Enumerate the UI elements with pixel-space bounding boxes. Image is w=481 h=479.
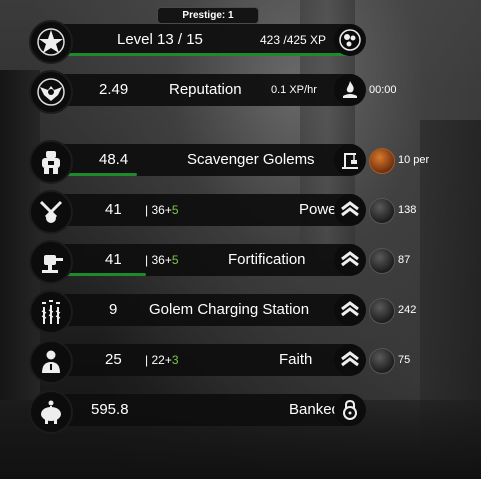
charging-label: Golem Charging Station xyxy=(149,301,310,318)
faith-cost: 75 xyxy=(398,354,411,366)
power-value: 41 xyxy=(105,201,122,218)
scrap-cost-icon xyxy=(369,348,395,374)
faith-base: 22 xyxy=(151,353,165,367)
faith-value: 25 xyxy=(105,351,122,368)
reputation-value: 2.49 xyxy=(99,81,129,98)
charging-value: 9 xyxy=(109,301,118,318)
prestige-badge: Prestige: 1 xyxy=(157,7,259,24)
turret-icon xyxy=(29,240,73,284)
power-upgrade-button[interactable] xyxy=(334,194,366,226)
charging-cost: 242 xyxy=(398,304,417,316)
fortification-upgrade-button[interactable] xyxy=(334,244,366,276)
banked-value: 595.8 xyxy=(91,401,129,418)
piggy-bank-icon xyxy=(29,390,73,434)
scrap-cost-icon xyxy=(369,248,395,274)
crane-icon xyxy=(342,153,358,169)
golem-icon xyxy=(29,140,73,184)
fortification-bonus: 5 xyxy=(171,253,179,267)
power-plus: + xyxy=(164,203,172,217)
level-xp: 423 /425 XP xyxy=(260,33,327,47)
scrap-cost-icon xyxy=(369,298,395,324)
upgrade-chevrons-icon xyxy=(341,201,359,217)
faith-plus: + xyxy=(164,353,172,367)
scrap-cost-icon xyxy=(369,198,395,224)
faith-bonus: 3 xyxy=(171,353,179,367)
candle-fire-icon xyxy=(343,81,357,98)
charging-upgrade-button[interactable] xyxy=(334,294,366,326)
winged-emblem-icon xyxy=(29,70,73,114)
reputation-rate: 0.1 XP/hr xyxy=(271,84,317,96)
faith-bar xyxy=(45,344,365,376)
upgrade-chevrons-icon xyxy=(341,251,359,267)
golems-value: 48.4 xyxy=(99,151,129,168)
fortification-base: 36 xyxy=(151,253,165,267)
power-cost: 138 xyxy=(398,204,417,216)
golems-upgrade-button[interactable] xyxy=(334,144,366,176)
pray-button[interactable] xyxy=(334,74,366,106)
fortification-value: 41 xyxy=(105,251,122,268)
golems-cost: 10 per xyxy=(398,154,430,166)
faith-label: Faith xyxy=(279,351,313,368)
golem-core-cost-icon xyxy=(369,148,395,174)
upgrade-chevrons-icon xyxy=(341,301,359,317)
prestige-button[interactable] xyxy=(334,24,366,56)
power-bonus: 5 xyxy=(171,203,179,217)
upgrade-chevrons-icon xyxy=(341,351,359,367)
reputation-label: Reputation xyxy=(169,81,242,98)
praying-figure-icon xyxy=(29,340,73,384)
fortification-label: Fortification xyxy=(228,251,306,268)
background-ruin-right xyxy=(420,120,481,479)
faith-separator: | xyxy=(145,353,149,367)
reputation-timer: 00:00 xyxy=(369,84,397,96)
star-icon xyxy=(29,20,73,64)
padlock-icon xyxy=(343,399,357,420)
gears-icon xyxy=(339,29,361,51)
crossed-swords-icon xyxy=(29,190,73,234)
fortification-cost: 87 xyxy=(398,254,411,266)
fortification-bar xyxy=(45,244,365,276)
fortification-plus: + xyxy=(164,253,172,267)
power-base: 36 xyxy=(151,203,165,217)
bank-lock-button[interactable] xyxy=(334,394,366,426)
fortification-separator: | xyxy=(145,253,149,267)
golems-label: Scavenger Golems xyxy=(187,151,315,168)
lightning-rods-icon xyxy=(29,290,73,334)
power-separator: | xyxy=(145,203,149,217)
level-title: Level 13 / 15 xyxy=(117,31,203,48)
banked-label: Banked xyxy=(289,401,340,418)
faith-upgrade-button[interactable] xyxy=(334,344,366,376)
